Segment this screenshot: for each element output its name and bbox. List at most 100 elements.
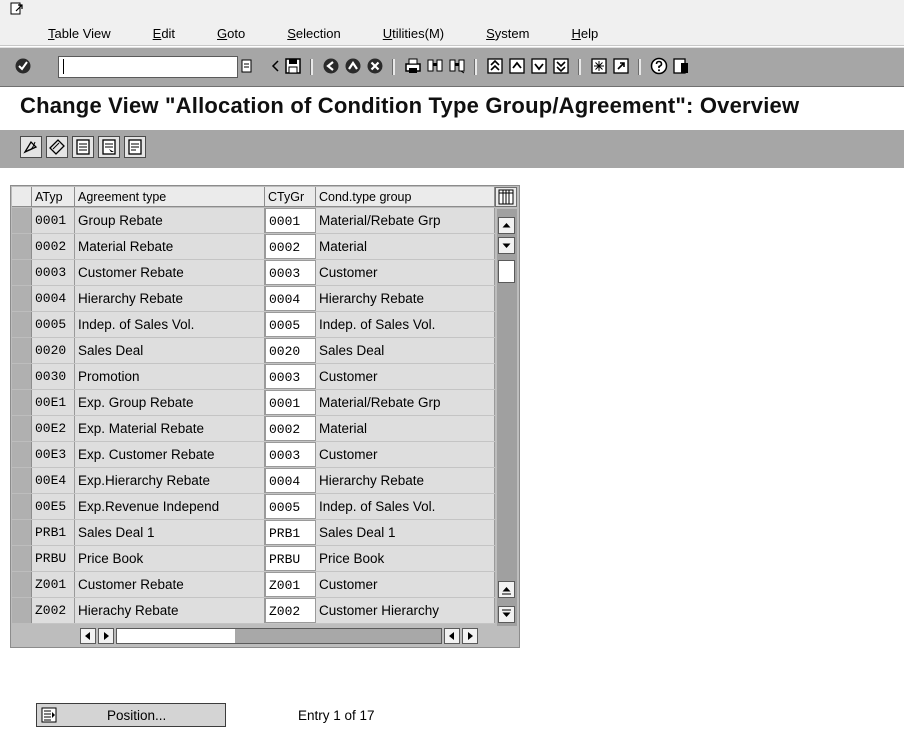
shortcut-icon[interactable] [612,57,630,75]
entry-counter: Entry 1 of 17 [298,708,375,723]
scroll-left-button[interactable] [80,628,96,644]
command-field[interactable] [58,56,238,78]
row-selector[interactable] [12,468,32,493]
cell-atyp: 0004 [32,286,75,311]
cell-atyp: 0003 [32,260,75,285]
scroll-right-button[interactable] [98,628,114,644]
system-menu-icon[interactable] [10,2,24,16]
scroll-down-button[interactable] [498,237,515,254]
table-row: 0020 Sales Deal 0020 Sales Deal [11,338,495,364]
position-button[interactable]: Position... [36,703,226,727]
cancel-icon[interactable] [366,57,384,75]
menu-utilities[interactable]: Utilities(M) [369,26,458,41]
menu-table-view[interactable]: Table View [34,26,125,41]
page-down-button[interactable] [498,606,515,623]
table-row: 00E2 Exp. Material Rebate 0002 Material [11,416,495,442]
row-selector[interactable] [12,572,32,597]
column-header-agreement-type[interactable]: Agreement type [75,187,265,207]
cell-agreement-type: Group Rebate [75,208,265,233]
menu-selection[interactable]: Selection [273,26,354,41]
column-header-cond-type-group[interactable]: Cond.type group [316,187,495,207]
row-selector[interactable] [12,234,32,259]
enter-checkmark-icon[interactable] [14,57,32,75]
cell-ctygr[interactable]: 0005 [265,494,316,519]
deselect-all-icon[interactable] [124,136,146,158]
row-selector[interactable] [12,364,32,389]
next-page-icon[interactable] [530,57,548,75]
application-toolbar [0,130,904,168]
cell-cond-type-group: Customer [316,260,495,285]
cell-ctygr[interactable]: PRBU [265,546,316,571]
column-header-ctygr[interactable]: CTyGr [265,187,316,207]
cell-atyp: 00E4 [32,468,75,493]
scroll-right-button-2[interactable] [462,628,478,644]
position-icon [41,707,57,723]
table-settings-icon[interactable] [495,187,517,207]
vertical-scrollbar[interactable] [497,209,517,629]
cell-cond-type-group: Indep. of Sales Vol. [316,494,495,519]
cell-ctygr[interactable]: 0003 [265,260,316,285]
row-selector[interactable] [12,546,32,571]
horizontal-scroll-thumb[interactable] [117,629,235,643]
scroll-left-button-2[interactable] [444,628,460,644]
menu-edit[interactable]: Edit [139,26,189,41]
cell-ctygr[interactable]: 0002 [265,234,316,259]
cell-ctygr[interactable]: 0003 [265,364,316,389]
cell-ctygr[interactable]: 0004 [265,468,316,493]
cell-cond-type-group: Sales Deal [316,338,495,363]
row-selector[interactable] [12,416,32,441]
cell-cond-type-group: Price Book [316,546,495,571]
cell-ctygr[interactable]: PRB1 [265,520,316,545]
row-selector[interactable] [12,338,32,363]
cell-ctygr[interactable]: 0004 [265,286,316,311]
exit-icon[interactable] [344,57,362,75]
cell-ctygr[interactable]: 0002 [265,416,316,441]
row-selector[interactable] [12,494,32,519]
cell-ctygr[interactable]: Z001 [265,572,316,597]
row-selector[interactable] [12,390,32,415]
page-up-button[interactable] [498,581,515,598]
cell-ctygr[interactable]: 0020 [265,338,316,363]
command-history-icon[interactable] [240,59,254,73]
display-change-icon[interactable] [20,136,42,158]
row-selector[interactable] [12,598,32,623]
header-select-all[interactable] [12,187,32,207]
row-selector[interactable] [12,286,32,311]
first-page-icon[interactable] [486,57,504,75]
row-selector[interactable] [12,442,32,467]
print-icon[interactable] [404,57,422,75]
horizontal-scroll-area [11,626,519,647]
last-page-icon[interactable] [552,57,570,75]
toolbar-separator [474,59,477,75]
cell-ctygr[interactable]: 0005 [265,312,316,337]
column-header-atyp[interactable]: ATyp [32,187,75,207]
cell-ctygr[interactable]: 0001 [265,390,316,415]
previous-page-icon[interactable] [508,57,526,75]
select-all-icon[interactable] [72,136,94,158]
row-selector[interactable] [12,520,32,545]
menu-goto[interactable]: Goto [203,26,259,41]
horizontal-scrollbar[interactable] [116,628,442,644]
vertical-scroll-thumb[interactable] [498,260,515,283]
cell-ctygr[interactable]: Z002 [265,598,316,623]
back-icon[interactable] [322,57,340,75]
toolbar-separator [638,59,641,75]
find-icon[interactable] [426,57,444,75]
menu-help[interactable]: Help [557,26,612,41]
find-next-icon[interactable] [448,57,466,75]
cell-ctygr[interactable]: 0001 [265,208,316,233]
layout-menu-icon[interactable] [672,57,690,75]
row-selector[interactable] [12,312,32,337]
create-session-icon[interactable] [590,57,608,75]
cell-cond-type-group: Hierarchy Rebate [316,468,495,493]
row-selector[interactable] [12,260,32,285]
menu-system[interactable]: System [472,26,543,41]
other-view-icon[interactable] [46,136,68,158]
scroll-up-button[interactable] [498,217,515,234]
cell-ctygr[interactable]: 0003 [265,442,316,467]
row-selector[interactable] [12,208,32,233]
help-icon[interactable] [650,57,668,75]
save-icon[interactable] [284,57,302,75]
collapse-arrow-icon[interactable] [270,57,280,75]
select-block-icon[interactable] [98,136,120,158]
